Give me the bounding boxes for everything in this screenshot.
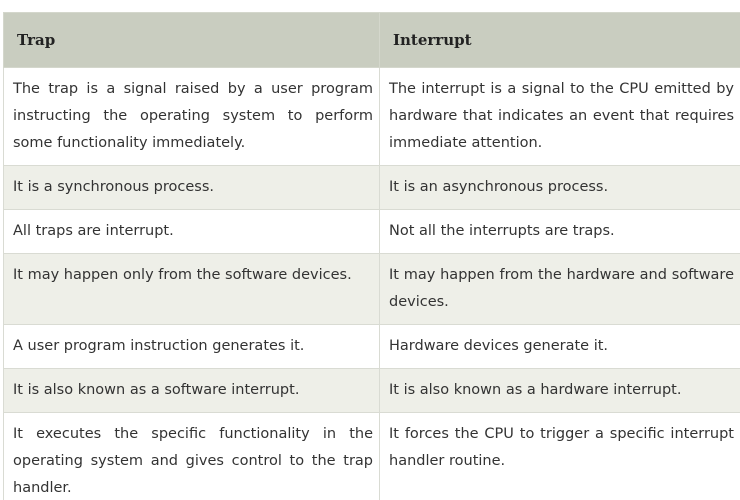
header-trap: Trap [3, 12, 380, 68]
table-row: It is a synchronous process. It is an as… [3, 165, 740, 210]
table-row: The trap is a signal raised by a user pr… [3, 67, 740, 166]
table-row: It is also known as a software interrupt… [3, 368, 740, 413]
trap-cell: All traps are interrupt. [3, 209, 380, 254]
trap-cell: A user program instruction generates it. [3, 324, 380, 369]
interrupt-cell: It may happen from the hardware and soft… [379, 253, 740, 325]
interrupt-cell: It is also known as a hardware interrupt… [379, 368, 740, 413]
interrupt-cell: Hardware devices generate it. [379, 324, 740, 369]
table-row: It executes the specific functionality i… [3, 412, 740, 500]
trap-cell: It is also known as a software interrupt… [3, 368, 380, 413]
trap-cell: It may happen only from the software dev… [3, 253, 380, 325]
page: Trap Interrupt The trap is a signal rais… [0, 0, 740, 500]
trap-cell: The trap is a signal raised by a user pr… [3, 67, 380, 166]
table-body: The trap is a signal raised by a user pr… [3, 67, 740, 500]
table-row: It may happen only from the software dev… [3, 253, 740, 325]
interrupt-cell: The interrupt is a signal to the CPU emi… [379, 67, 740, 166]
header-interrupt: Interrupt [379, 12, 740, 68]
interrupt-cell: Not all the interrupts are traps. [379, 209, 740, 254]
header-row: Trap Interrupt [3, 12, 740, 68]
trap-cell: It executes the specific functionality i… [3, 412, 380, 500]
table-row: A user program instruction generates it.… [3, 324, 740, 369]
trap-cell: It is a synchronous process. [3, 165, 380, 210]
interrupt-cell: It is an asynchronous process. [379, 165, 740, 210]
table-row: All traps are interrupt. Not all the int… [3, 209, 740, 254]
table-header: Trap Interrupt [3, 12, 740, 68]
comparison-table: Trap Interrupt The trap is a signal rais… [3, 12, 740, 500]
interrupt-cell: It forces the CPU to trigger a specific … [379, 412, 740, 500]
